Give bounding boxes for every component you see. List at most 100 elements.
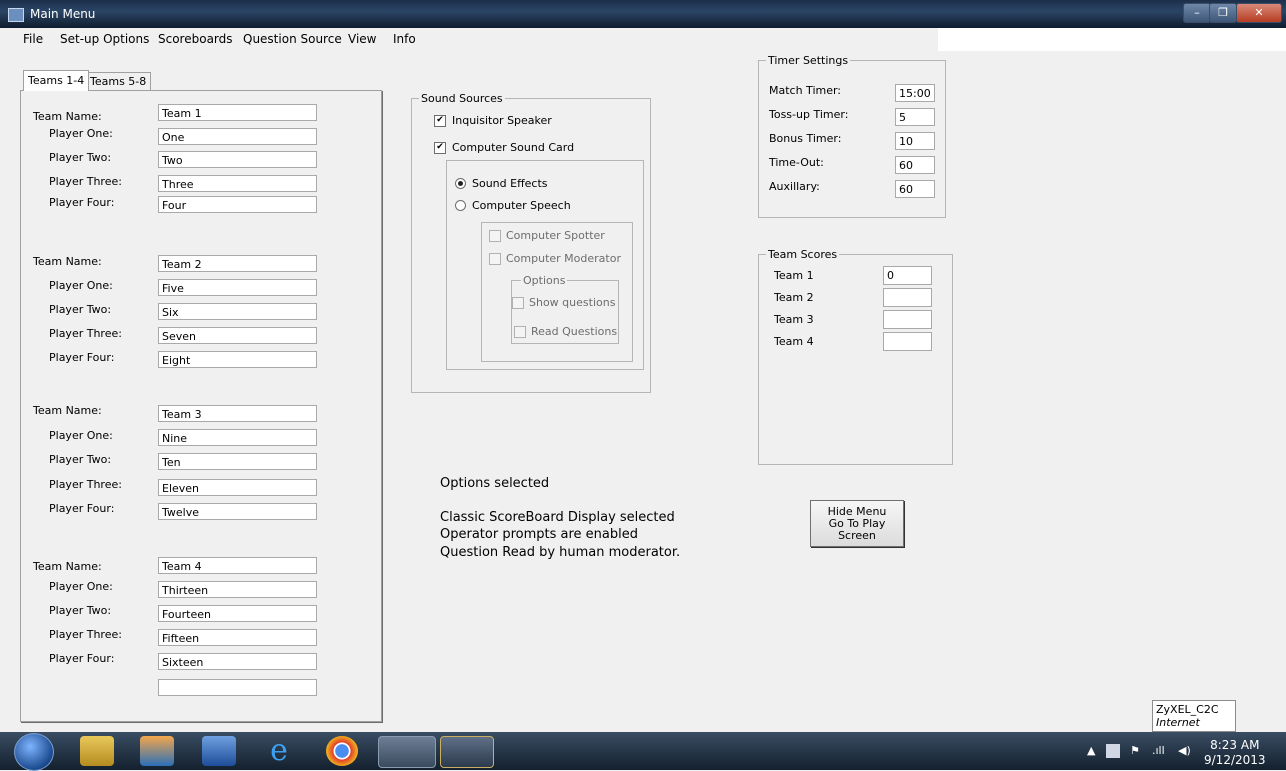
show-hidden-icons-icon[interactable]: ▲ (1087, 744, 1095, 757)
timer-settings-title: Timer Settings (766, 54, 851, 67)
inquisitor-speaker-label: Inquisitor Speaker (452, 114, 552, 127)
team-scores-title: Team Scores (766, 248, 840, 261)
team4-player2-field[interactable]: Fourteen (158, 605, 317, 622)
score-team4-field[interactable] (883, 332, 932, 351)
score-team4-label: Team 4 (774, 335, 814, 348)
score-team2-field[interactable] (883, 288, 932, 307)
computer-spotter-label: Computer Spotter (506, 229, 605, 242)
score-team1-label: Team 1 (774, 269, 814, 282)
computer-speech-label: Computer Speech (472, 199, 571, 212)
tab-teams-1-4[interactable]: Teams 1-4 (23, 70, 90, 91)
computer-sound-card-checkbox[interactable]: ✔ (434, 142, 446, 154)
player-four-label: Player Four: (49, 502, 115, 515)
computer-moderator-checkbox[interactable] (489, 253, 501, 265)
team3-player3-field[interactable]: Eleven (158, 479, 317, 496)
menu-file[interactable]: File (23, 32, 43, 46)
sound-effects-label: Sound Effects (472, 177, 548, 190)
team1-name-field[interactable]: Team 1 (158, 104, 317, 121)
sound-effects-radio[interactable] (455, 178, 466, 189)
system-clock[interactable]: 8:23 AM 9/12/2013 (1204, 738, 1266, 768)
show-questions-checkbox[interactable] (512, 297, 524, 309)
chrome-icon[interactable] (326, 736, 358, 766)
action-center-flag-icon[interactable]: ⚑ (1130, 744, 1140, 757)
menu-info[interactable]: Info (393, 32, 416, 46)
close-button[interactable]: ✕ (1236, 3, 1282, 23)
team2-player4-field[interactable]: Eight (158, 351, 317, 368)
team2-name-field[interactable]: Team 2 (158, 255, 317, 272)
menu-question-source[interactable]: Question Source (243, 32, 342, 46)
computer-speech-radio[interactable] (455, 200, 466, 211)
clock-date: 9/12/2013 (1204, 753, 1266, 767)
computer-sound-card-label: Computer Sound Card (452, 141, 575, 154)
computer-moderator-label: Computer Moderator (506, 252, 621, 265)
player-two-label: Player Two: (49, 303, 112, 316)
player-two-label: Player Two: (49, 604, 112, 617)
time-out-field[interactable]: 60 (895, 156, 935, 174)
network-warning-icon[interactable] (1106, 744, 1120, 758)
player-two-label: Player Two: (49, 453, 112, 466)
network-tooltip: ZyXEL_C2C Internet access (1152, 700, 1236, 742)
player-one-label: Player One: (49, 279, 113, 292)
tossup-timer-field[interactable]: 5 (895, 108, 935, 126)
menu-scoreboards[interactable]: Scoreboards (158, 32, 233, 46)
team2-player2-field[interactable]: Six (158, 303, 317, 320)
score-team2-label: Team 2 (774, 291, 814, 304)
team1-player4-field[interactable]: Four (158, 196, 317, 213)
team1-player1-field[interactable]: One (158, 128, 317, 145)
ie-icon[interactable]: e (262, 736, 296, 766)
auxillary-field[interactable]: 60 (895, 180, 935, 198)
player-three-label: Player Three: (49, 327, 122, 340)
read-questions-label: Read Questions (531, 325, 618, 338)
clock-time: 8:23 AM (1210, 738, 1260, 752)
team4-player1-field[interactable]: Thirteen (158, 581, 317, 598)
explorer-icon[interactable] (80, 736, 114, 766)
team2-player3-field[interactable]: Seven (158, 327, 317, 344)
word-icon[interactable] (202, 736, 236, 766)
time-out-label: Time-Out: (769, 156, 824, 169)
team-name-label: Team Name: (33, 404, 102, 417)
media-player-icon[interactable] (140, 736, 174, 766)
computer-spotter-checkbox[interactable] (489, 230, 501, 242)
inquisitor-speaker-checkbox[interactable]: ✔ (434, 115, 446, 127)
team3-player2-field[interactable]: Ten (158, 453, 317, 470)
menu-view[interactable]: View (348, 32, 376, 46)
app-icon[interactable] (440, 736, 494, 768)
score-team3-label: Team 3 (774, 313, 814, 326)
minimize-button[interactable]: – (1183, 3, 1211, 23)
bonus-timer-field[interactable]: 10 (895, 132, 935, 150)
extra-field[interactable] (158, 679, 317, 696)
team3-player1-field[interactable]: Nine (158, 429, 317, 446)
visual-studio-icon[interactable] (378, 736, 436, 768)
match-timer-label: Match Timer: (769, 84, 842, 97)
sound-sources-title: Sound Sources (419, 92, 505, 105)
team2-player1-field[interactable]: Five (158, 279, 317, 296)
moderator-options-title: Options (521, 274, 568, 287)
maximize-button[interactable]: ❐ (1209, 3, 1237, 23)
score-team1-field[interactable]: 0 (883, 266, 932, 285)
team-name-label: Team Name: (33, 110, 102, 123)
score-team3-field[interactable] (883, 310, 932, 329)
team1-player2-field[interactable]: Two (158, 151, 317, 168)
hide-menu-button[interactable]: Hide Menu Go To Play Screen (810, 500, 904, 547)
team1-player3-field[interactable]: Three (158, 175, 317, 192)
hide-menu-line3: Screen (838, 529, 876, 542)
team4-name-field[interactable]: Team 4 (158, 557, 317, 574)
team-name-label: Team Name: (33, 560, 102, 573)
team3-player4-field[interactable]: Twelve (158, 503, 317, 520)
player-two-label: Player Two: (49, 151, 112, 164)
tab-teams-5-8[interactable]: Teams 5-8 (85, 72, 152, 91)
match-timer-field[interactable]: 15:00 (895, 84, 935, 102)
player-one-label: Player One: (49, 580, 113, 593)
team-name-label: Team Name: (33, 255, 102, 268)
team4-player3-field[interactable]: Fifteen (158, 629, 317, 646)
menu-setup-options[interactable]: Set-up Options (60, 32, 149, 46)
read-questions-checkbox[interactable] (514, 326, 526, 338)
volume-icon[interactable]: ◀) (1178, 744, 1191, 757)
start-button[interactable] (14, 733, 54, 771)
team3-name-field[interactable]: Team 3 (158, 405, 317, 422)
team4-player4-field[interactable]: Sixteen (158, 653, 317, 670)
signal-icon[interactable]: .ıll (1152, 744, 1165, 757)
network-name: ZyXEL_C2C (1156, 703, 1219, 716)
player-three-label: Player Three: (49, 478, 122, 491)
player-four-label: Player Four: (49, 196, 115, 209)
